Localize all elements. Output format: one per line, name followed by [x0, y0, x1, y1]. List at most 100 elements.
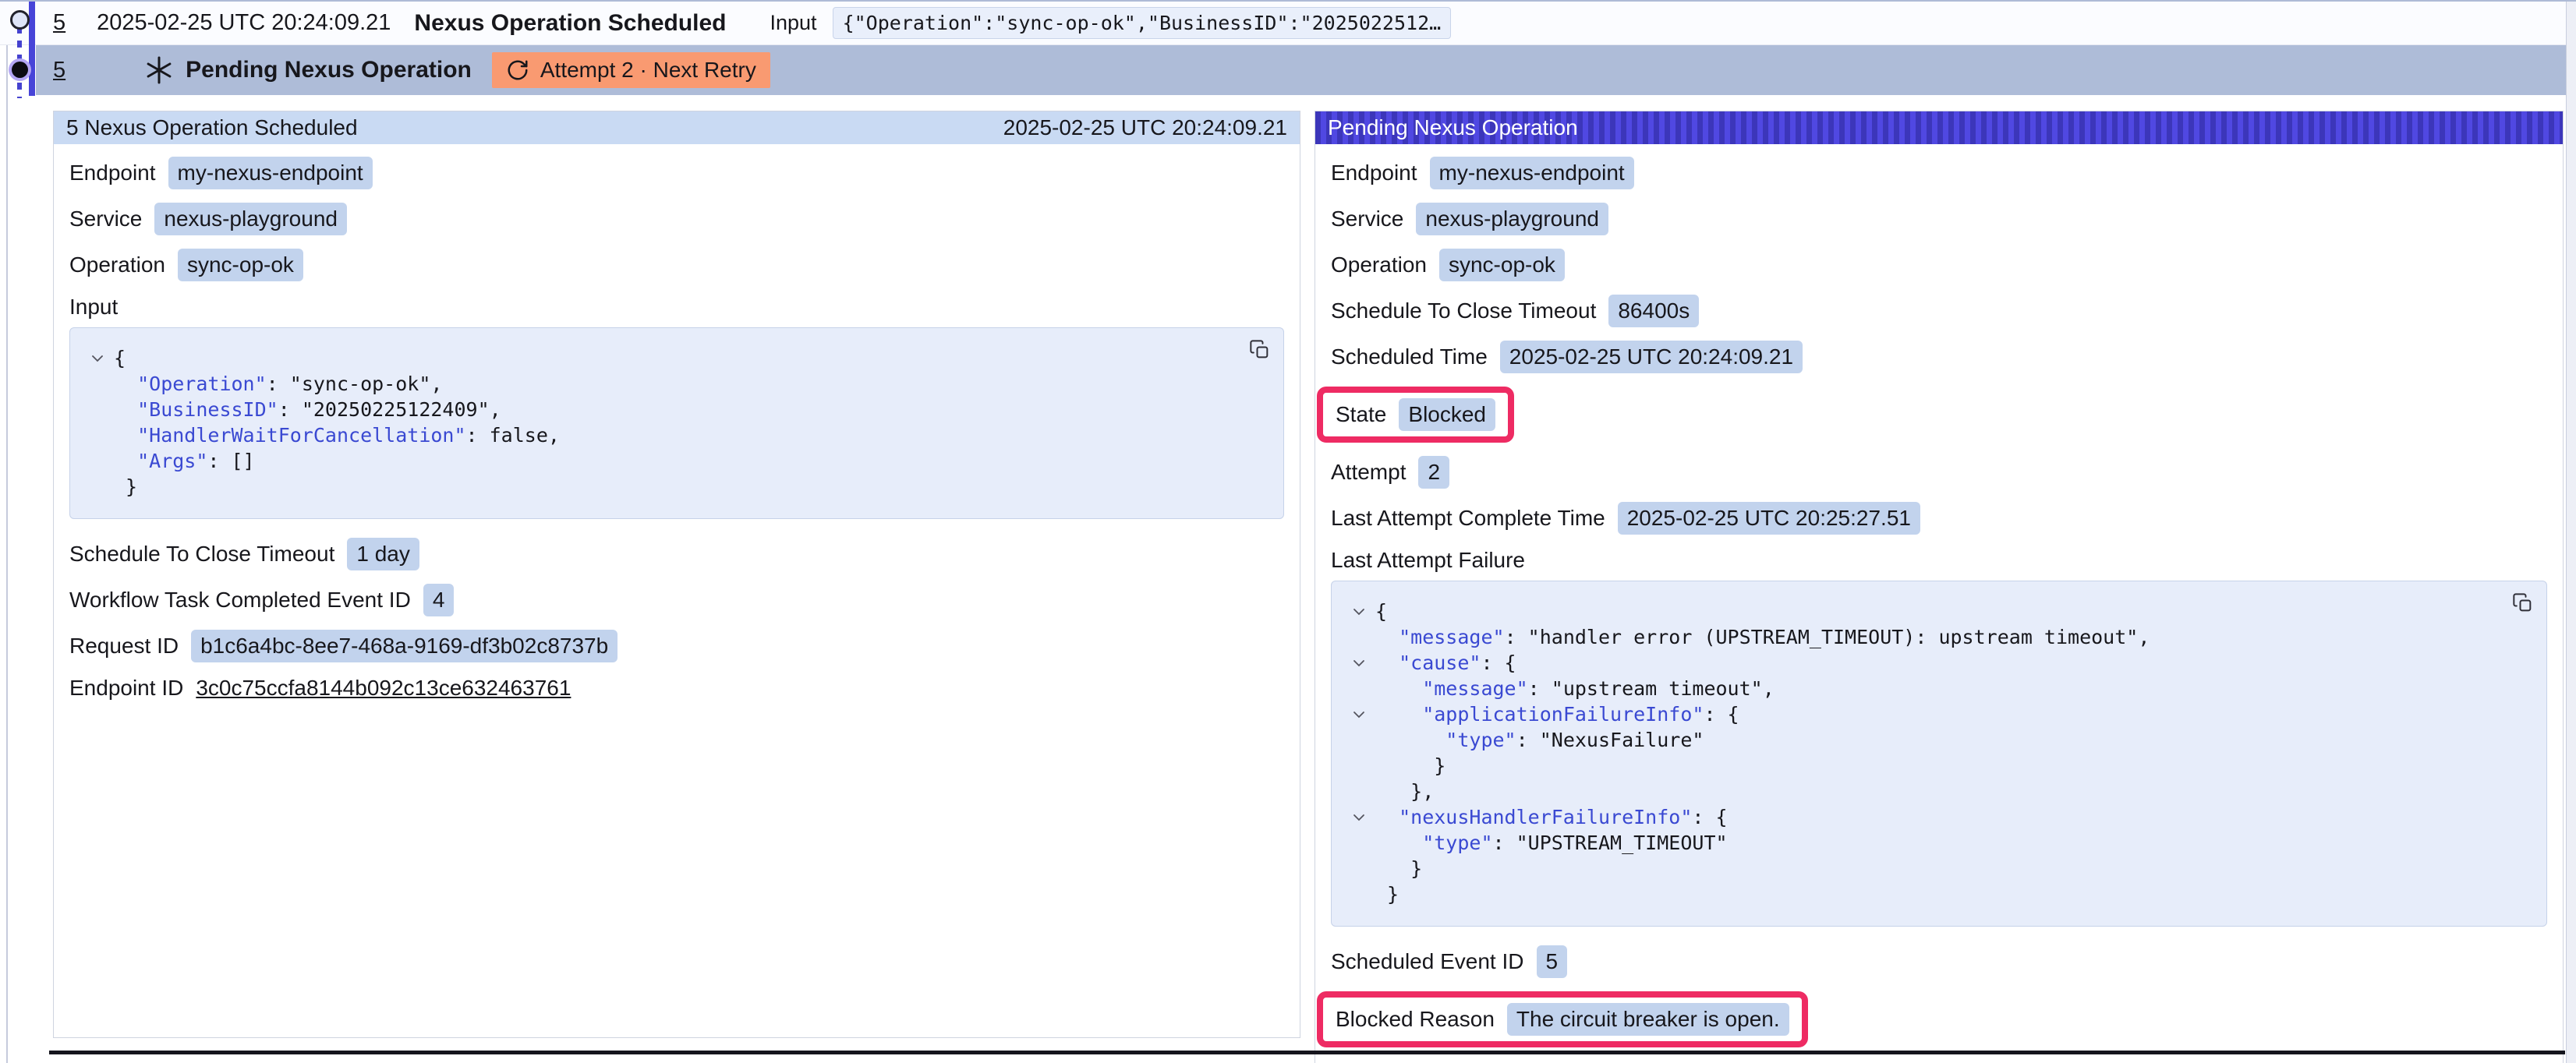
vertical-scrollbar[interactable] [2566, 2, 2576, 1063]
left-border-line [6, 2, 8, 1063]
field-label: Scheduled Event ID [1331, 949, 1524, 974]
field-value-badge: 5 [1537, 945, 1568, 978]
json-text: } [1375, 881, 1399, 907]
json-viewer: {"message": "handler error (UPSTREAM_TIM… [1331, 581, 2547, 927]
field-row: Schedule To Close Timeout 86400s [1331, 295, 2547, 327]
json-text: "type": "NexusFailure" [1375, 727, 1704, 753]
field-row: Last Attempt Failure {"message": "handler… [1331, 548, 2547, 927]
json-line: } [81, 474, 1268, 500]
field-row: Last Attempt Complete Time 2025-02-25 UTC… [1331, 502, 2547, 535]
timeline-selection-bar [29, 2, 35, 96]
container-bottom-border [49, 1051, 2565, 1054]
panel-timestamp: 2025-02-25 UTC 20:24:09.21 [1003, 115, 1287, 140]
scheduled-event-panel-header: 5 Nexus Operation Scheduled 2025-02-25 U… [54, 111, 1300, 144]
field-value-badge: my-nexus-endpoint [168, 157, 373, 189]
chevron-spacer [1343, 856, 1375, 881]
field-row: Servicenexus-playground [1331, 203, 2547, 235]
field-label: Last Attempt Failure [1331, 548, 1525, 572]
field-label: Blocked Reason [1336, 1007, 1495, 1032]
field-row: Attempt 2 [1331, 456, 2547, 489]
event-id-link[interactable]: 5 [53, 10, 65, 36]
scheduled-event-panel: 5 Nexus Operation Scheduled 2025-02-25 U… [53, 111, 1300, 1038]
field-label: Endpoint ID [69, 676, 183, 701]
event-timestamp: 2025-02-25 UTC 20:24:09.21 [97, 10, 391, 36]
field-label: Endpoint [1331, 161, 1417, 185]
retry-badge-label: Attempt 2 · Next Retry [540, 58, 756, 83]
field-row: Endpoint ID 3c0c75ccfa8144b092c13ce632463… [69, 676, 1284, 701]
json-line: "Args": [] [81, 448, 1268, 474]
field-row: Operationsync-op-ok [69, 249, 1284, 281]
json-text: "nexusHandlerFailureInfo": { [1375, 804, 1728, 830]
chevron-spacer [1343, 830, 1375, 856]
json-line: "nexusHandlerFailureInfo": { [1343, 804, 2531, 830]
field-label: Attempt [1331, 460, 1406, 485]
chevron-spacer [81, 422, 114, 448]
field-label: Workflow Task Completed Event ID [69, 588, 411, 613]
copy-icon[interactable] [2512, 592, 2534, 616]
retry-icon [506, 58, 529, 82]
event-summary-row[interactable]: 5 2025-02-25 UTC 20:24:09.21 Nexus Opera… [0, 2, 2566, 45]
chevron-down-icon[interactable] [1343, 599, 1375, 624]
field-label: Schedule To Close Timeout [1331, 298, 1596, 323]
chevron-spacer [1343, 753, 1375, 779]
field-row: Input {"Operation": "sync-op-ok","Busines… [69, 295, 1284, 519]
field-label: Service [69, 207, 142, 231]
json-lines: {"Operation": "sync-op-ok","BusinessID":… [81, 345, 1268, 500]
timeline-node-current-icon [12, 62, 28, 78]
json-line: "BusinessID": "20250225122409", [81, 397, 1268, 422]
field-row: Endpoint my-nexus-endpoint [1331, 157, 2547, 189]
chevron-spacer [81, 397, 114, 422]
field-row: StateBlocked [1331, 387, 2547, 443]
field-value-badge: 2025-02-25 UTC 20:25:27.51 [1618, 502, 1920, 535]
field-value-badge: 86400s [1608, 295, 1699, 327]
field-row: Request IDb1c6a4bc-8ee7-468a-9169-df3b02… [69, 630, 1284, 662]
field-label: Last Attempt Complete Time [1331, 506, 1605, 531]
field-value-badge: 2 [1418, 456, 1449, 489]
chevron-spacer [1343, 779, 1375, 804]
field-row: Blocked ReasonThe circuit breaker is ope… [1331, 991, 2547, 1047]
field-row: Scheduled Event ID 5 [1331, 945, 2547, 978]
chevron-down-icon[interactable] [1343, 804, 1375, 830]
field-value-badge: Blocked [1399, 398, 1495, 431]
chevron-down-icon[interactable] [1343, 701, 1375, 727]
timeline-node-open-icon [10, 10, 30, 30]
json-line: "cause": { [1343, 650, 2531, 676]
copy-icon[interactable] [1249, 339, 1271, 363]
chevron-spacer [1343, 881, 1375, 907]
field-row: Operationsync-op-ok [1331, 249, 2547, 281]
json-text: "message": "handler error (UPSTREAM_TIME… [1375, 624, 2150, 650]
field-label: Schedule To Close Timeout [69, 542, 334, 567]
json-line: "type": "UPSTREAM_TIMEOUT" [1343, 830, 2531, 856]
scheduled-event-fields: Endpointmy-nexus-endpointServicenexus-pl… [54, 144, 1300, 701]
chevron-spacer [81, 371, 114, 397]
retry-status-badge: Attempt 2 · Next Retry [492, 52, 770, 88]
field-value-link[interactable]: 3c0c75ccfa8144b092c13ce632463761 [196, 676, 571, 701]
field-value-badge: my-nexus-endpoint [1430, 157, 1634, 189]
json-text: { [1375, 599, 1387, 624]
field-value-badge: 2025-02-25 UTC 20:24:09.21 [1500, 341, 1803, 373]
chevron-spacer [81, 474, 114, 500]
annotation-highlight: Blocked ReasonThe circuit breaker is ope… [1317, 991, 1808, 1047]
json-text: } [1375, 753, 1445, 779]
json-text: "cause": { [1375, 650, 1516, 676]
input-label: Input [770, 11, 817, 35]
chevron-spacer [1343, 624, 1375, 650]
chevron-down-icon[interactable] [81, 345, 114, 371]
json-line: "Operation": "sync-op-ok", [81, 371, 1268, 397]
pending-operation-panel-header: Pending Nexus Operation [1315, 111, 2563, 144]
field-label: Input [69, 295, 118, 319]
field-value-badge: sync-op-ok [1439, 249, 1565, 281]
field-row: Schedule To Close Timeout1 day [69, 538, 1284, 570]
field-row: Service nexus-playground [69, 203, 1284, 235]
json-line: }, [1343, 779, 2531, 804]
json-text: "Args": [] [114, 448, 255, 474]
chevron-down-icon[interactable] [1343, 650, 1375, 676]
event-id-link[interactable]: 5 [53, 58, 65, 83]
json-lines: {"message": "handler error (UPSTREAM_TIM… [1343, 599, 2531, 907]
json-text: "type": "UPSTREAM_TIMEOUT" [1375, 830, 1728, 856]
pending-operation-row[interactable]: 5 Pending Nexus Operation Attempt 2 · Ne… [36, 45, 2566, 95]
field-value-badge: nexus-playground [154, 203, 347, 235]
chevron-spacer [1343, 727, 1375, 753]
json-line: { [81, 345, 1268, 371]
json-text: "applicationFailureInfo": { [1375, 701, 1739, 727]
